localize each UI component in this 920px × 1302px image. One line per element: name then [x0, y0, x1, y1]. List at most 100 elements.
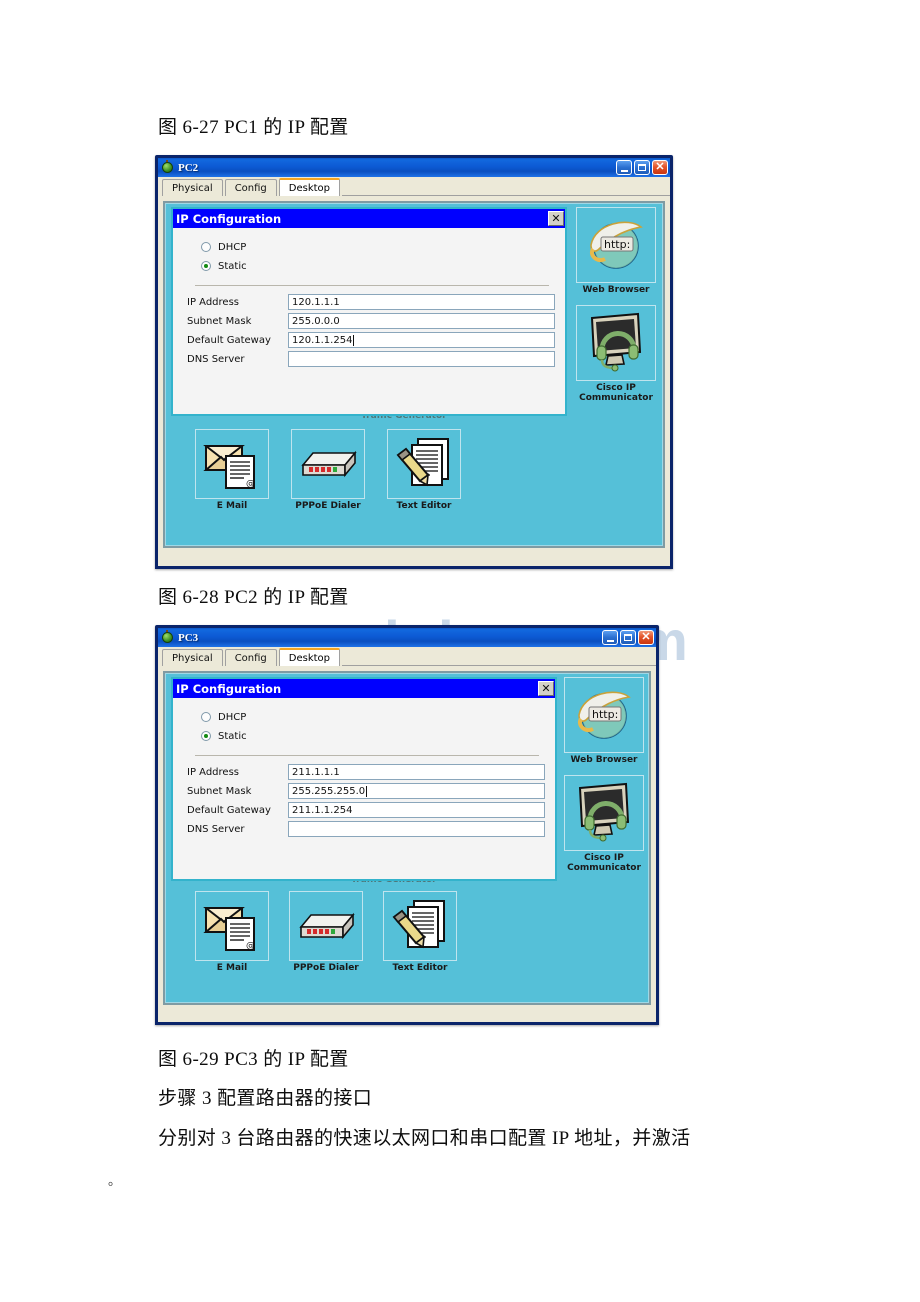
sidebar-icon-label: Web Browser [570, 755, 638, 765]
caption-figure-6-28: 图 6-28 PC2 的 IP 配置 [158, 587, 349, 608]
subnet-mask-value: 255.0.0.0 [292, 315, 340, 327]
email-envelope-icon: @ [203, 907, 255, 951]
dns-server-input[interactable] [288, 821, 545, 837]
sidebar-icon-cisco-ip-communicator[interactable]: Cisco IP Communicator [576, 305, 656, 404]
desktop-icon-texteditor[interactable]: Text Editor [387, 429, 461, 511]
desktop-icon-texteditor[interactable]: Text Editor [383, 891, 457, 973]
svg-text:http:: http: [604, 238, 630, 251]
ip-address-label: IP Address [187, 766, 239, 778]
dns-server-label: DNS Server [187, 353, 245, 365]
sidebar-icon-cisco-ip-communicator[interactable]: Cisco IP Communicator [564, 775, 644, 874]
maximize-button[interactable] [634, 160, 650, 175]
pc3-window-title: PC3 [178, 631, 199, 644]
monitor-headset-icon [578, 782, 630, 842]
modem-device-icon [299, 912, 355, 940]
email-icon-box: @ [195, 891, 269, 961]
subnet-mask-label: Subnet Mask [187, 785, 252, 797]
email-envelope-icon: @ [203, 445, 255, 489]
texteditor-icon-box [387, 429, 461, 499]
default-gateway-input[interactable]: 211.1.1.254 [288, 802, 545, 818]
field-row-ip-address: IP Address 120.1.1.1 [183, 294, 555, 310]
radio-dhcp-icon[interactable] [201, 242, 211, 252]
default-gateway-label: Default Gateway [187, 804, 271, 816]
ip-configuration-dialog[interactable]: IP Configuration ✕ DHCP Static IP Addres… [171, 207, 567, 416]
texteditor-icon-box [383, 891, 457, 961]
dialog-title: IP Configuration [176, 211, 282, 226]
webbrowser-icon-box: http: [576, 207, 656, 283]
tab-config[interactable]: Config [224, 649, 277, 666]
radio-dhcp-icon[interactable] [201, 712, 211, 722]
cisco-ip-icon-box [576, 305, 656, 381]
pencil-document-icon [392, 900, 445, 949]
ip-configuration-dialog[interactable]: IP Configuration ✕ DHCP Static IP Addres… [171, 677, 557, 881]
desktop-icon-label: E Mail [216, 963, 248, 973]
tab-config[interactable]: Config [224, 179, 277, 196]
field-row-default-gateway: Default Gateway 120.1.1.254 [183, 332, 555, 348]
pc2-window-title: PC2 [178, 161, 199, 174]
dialog-title: IP Configuration [176, 681, 282, 696]
ip-address-input[interactable]: 211.1.1.1 [288, 764, 545, 780]
dialog-close-icon[interactable]: ✕ [548, 211, 564, 226]
desktop-icon-pppoe[interactable]: PPPoE Dialer [289, 891, 363, 973]
tab-physical[interactable]: Physical [162, 649, 223, 666]
pc3-window[interactable]: PC3 ✕ Physical Config Desktop Traffic Ge… [155, 625, 659, 1025]
default-gateway-value: 120.1.1.254 [292, 334, 353, 346]
radio-option-static[interactable]: Static [201, 258, 555, 274]
desktop-icon-pppoe[interactable]: PPPoE Dialer [291, 429, 365, 511]
radio-static-icon[interactable] [201, 261, 211, 271]
tab-desktop[interactable]: Desktop [278, 648, 341, 666]
ip-address-value: 120.1.1.1 [292, 296, 340, 308]
subnet-mask-input[interactable]: 255.0.0.0 [288, 313, 555, 329]
pc2-titlebar[interactable]: PC2 ✕ [158, 158, 670, 177]
maximize-button[interactable] [620, 630, 636, 645]
sidebar-icon-webbrowser[interactable]: http: Web Browser [564, 677, 644, 765]
sidebar-icon-label: Web Browser [582, 285, 650, 295]
text-caret [366, 785, 368, 797]
pc3-window-controls: ✕ [602, 630, 654, 645]
packet-tracer-pc-icon [161, 630, 174, 644]
desktop-icon-label: E Mail [216, 501, 248, 511]
field-row-subnet-mask: Subnet Mask 255.255.255.0 [183, 783, 545, 799]
dialog-titlebar[interactable]: IP Configuration ✕ [173, 209, 565, 228]
packet-tracer-pc-icon [161, 160, 174, 174]
dialog-close-icon[interactable]: ✕ [538, 681, 554, 696]
dns-server-label: DNS Server [187, 823, 245, 835]
default-gateway-input[interactable]: 120.1.1.254 [288, 332, 555, 348]
subnet-mask-input[interactable]: 255.255.255.0 [288, 783, 545, 799]
radio-static-icon[interactable] [201, 731, 211, 741]
dialog-body: DHCP Static IP Address 211.1.1.1 Subnet … [173, 698, 555, 846]
tab-desktop[interactable]: Desktop [278, 178, 341, 196]
sidebar-icon-webbrowser[interactable]: http: Web Browser [576, 207, 656, 295]
pc2-desktop-outer: Traffic Generator @ E Mail PPPoE Dialer … [158, 196, 670, 553]
radio-static-label: Static [218, 260, 247, 272]
dialog-titlebar[interactable]: IP Configuration ✕ [173, 679, 555, 698]
radio-option-dhcp[interactable]: DHCP [201, 239, 555, 255]
radio-dhcp-label: DHCP [218, 711, 247, 723]
ip-address-input[interactable]: 120.1.1.1 [288, 294, 555, 310]
tabstrip-filler [342, 179, 670, 196]
svg-text:http:: http: [592, 708, 618, 721]
radio-option-static[interactable]: Static [201, 728, 545, 744]
body-step-3: 步骤 3 配置路由器的接口 [158, 1088, 373, 1109]
subnet-mask-value: 255.255.255.0 [292, 785, 366, 797]
field-row-subnet-mask: Subnet Mask 255.0.0.0 [183, 313, 555, 329]
pc2-window-controls: ✕ [616, 160, 668, 175]
tab-physical[interactable]: Physical [162, 179, 223, 196]
radio-option-dhcp[interactable]: DHCP [201, 709, 545, 725]
field-row-ip-address: IP Address 211.1.1.1 [183, 764, 545, 780]
dns-server-input[interactable] [288, 351, 555, 367]
pc3-titlebar[interactable]: PC3 ✕ [158, 628, 656, 647]
close-button[interactable]: ✕ [652, 160, 668, 175]
minimize-button[interactable] [616, 160, 632, 175]
desktop-icon-email[interactable]: @ E Mail [195, 429, 269, 511]
cisco-ip-icon-box [564, 775, 644, 851]
minimize-button[interactable] [602, 630, 618, 645]
close-button[interactable]: ✕ [638, 630, 654, 645]
sidebar-icon-label: Cisco IP Communicator [579, 383, 653, 404]
webbrowser-icon-box: http: [564, 677, 644, 753]
desktop-icon-email[interactable]: @ E Mail [195, 891, 269, 973]
field-row-dns-server: DNS Server [183, 821, 545, 837]
pc2-desktop-area: Traffic Generator @ E Mail PPPoE Dialer … [163, 201, 665, 548]
pc2-window[interactable]: PC2 ✕ Physical Config Desktop Traffic Ge… [155, 155, 673, 569]
modem-device-icon [301, 450, 357, 478]
